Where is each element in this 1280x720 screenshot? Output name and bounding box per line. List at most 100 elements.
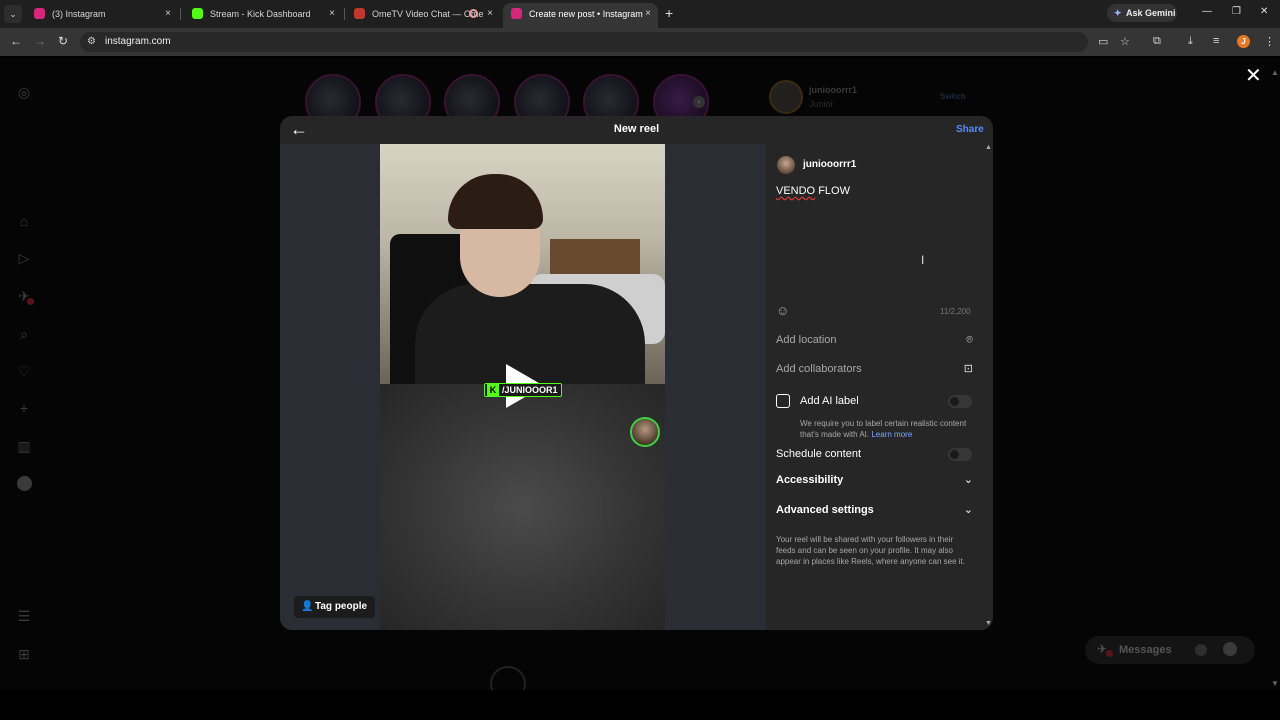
- close-modal-icon[interactable]: ✕: [1245, 66, 1262, 86]
- share-button[interactable]: Share: [956, 124, 984, 135]
- caption-word: FLOW: [818, 185, 850, 197]
- site-info-icon[interactable]: ⚙: [87, 36, 96, 47]
- create-plus-icon[interactable]: +: [14, 398, 34, 418]
- cast-icon[interactable]: ▭: [1098, 35, 1108, 48]
- instagram-page: ◎ ⌂ ▷ ✈ ⌕ ♡ + ▥ ☰ ⊞ › juniooorrr1 Junior…: [0, 58, 1280, 690]
- bottom-bar: [0, 690, 1280, 720]
- scroll-down-icon[interactable]: ▼: [1271, 679, 1279, 688]
- ai-label-icon: [776, 394, 790, 408]
- page-scrollbar[interactable]: ▲ ▼: [1270, 68, 1280, 688]
- caption-input[interactable]: VENDO FLOW: [776, 185, 850, 197]
- dashboard-icon[interactable]: ▥: [14, 436, 34, 456]
- chevron-down-icon: ⌄: [963, 474, 973, 486]
- tab-close-icon[interactable]: ×: [329, 3, 335, 25]
- notifications-heart-icon[interactable]: ♡: [14, 361, 34, 381]
- reload-icon[interactable]: ↻: [58, 34, 68, 48]
- profile-avatar-sidebar[interactable]: [17, 476, 32, 491]
- toggle-knob: [950, 397, 959, 406]
- add-location-label: Add location: [776, 334, 837, 346]
- add-location-row[interactable]: Add location ⌾: [766, 326, 983, 354]
- tab-separator: [180, 8, 181, 20]
- more-menu-icon[interactable]: ⋮: [1264, 35, 1275, 48]
- back-icon[interactable]: ←: [10, 34, 22, 48]
- forward-icon[interactable]: →: [34, 34, 46, 48]
- instagram-sidebar: ◎ ⌂ ▷ ✈ ⌕ ♡ + ▥ ☰ ⊞: [0, 58, 50, 690]
- messages-badge: [27, 298, 34, 305]
- ai-label-toggle[interactable]: [948, 395, 972, 408]
- profile-avatar[interactable]: J: [1237, 35, 1250, 48]
- person-hair: [448, 174, 543, 229]
- scroll-up-icon[interactable]: ▲: [985, 144, 992, 151]
- person-icon: 👤: [301, 601, 314, 612]
- more-menu-icon[interactable]: ☰: [14, 606, 34, 626]
- also-from-meta-icon[interactable]: ⊞: [14, 644, 34, 664]
- reel-settings-panel: juniooorrr1 VENDO FLOW I ☺ 11/2,200 Add …: [766, 144, 983, 630]
- tab-create-new-post[interactable]: Create new post • Instagram ×: [503, 3, 658, 28]
- stories-next-icon[interactable]: ›: [693, 96, 705, 108]
- minimize-icon[interactable]: —: [1202, 6, 1212, 17]
- learn-more-link[interactable]: Learn more: [871, 430, 912, 439]
- extensions-icon[interactable]: ⧉: [1153, 35, 1161, 48]
- add-collaborators-row[interactable]: Add collaborators ⊡: [766, 355, 983, 383]
- gemini-spark-icon: ✦: [1114, 8, 1122, 18]
- overlay-avatar: [630, 417, 660, 447]
- instagram-favicon-icon: [34, 8, 45, 19]
- ask-gemini-button[interactable]: ✦ Ask Gemini: [1107, 4, 1177, 22]
- switch-account-link[interactable]: Switch: [940, 92, 966, 101]
- current-user-avatar[interactable]: [769, 80, 803, 114]
- emoji-icon[interactable]: ☺: [776, 303, 789, 318]
- tab-instagram[interactable]: (3) Instagram ×: [26, 3, 178, 28]
- caption-word: VENDO: [776, 185, 816, 197]
- instagram-logo-icon[interactable]: ◎: [14, 82, 34, 102]
- share-footer-note: Your reel will be shared with your follo…: [776, 535, 965, 566]
- messages-badge: [1106, 650, 1113, 657]
- browser-tab-bar: ⌄ (3) Instagram × Stream - Kick Dashboar…: [0, 0, 1280, 28]
- reel-video-preview[interactable]: K /JUNIOOOR1: [380, 144, 665, 630]
- bookmark-star-icon[interactable]: ☆: [1120, 35, 1130, 48]
- download-icon[interactable]: ⤓: [1188, 35, 1193, 48]
- recording-icon: [469, 9, 478, 18]
- schedule-content-label: Schedule content: [776, 448, 862, 460]
- new-tab-button[interactable]: +: [665, 5, 673, 21]
- ask-gemini-label: Ask Gemini: [1126, 8, 1176, 18]
- search-icon[interactable]: ⌕: [14, 324, 34, 344]
- accessibility-row[interactable]: Accessibility ⌄: [766, 466, 983, 494]
- tab-title: OmeTV Video Chat — Ome: [372, 9, 484, 19]
- tab-close-icon[interactable]: ×: [645, 3, 651, 25]
- address-bar[interactable]: ⚙ instagram.com: [80, 32, 1088, 52]
- messages-label: Messages: [1119, 644, 1172, 656]
- tab-separator: [344, 8, 345, 20]
- restore-icon[interactable]: ❐: [1232, 6, 1241, 17]
- current-user-display-name: Junior: [809, 99, 834, 109]
- character-count: 11/2,200: [940, 307, 971, 316]
- kick-favicon-icon: [192, 8, 203, 19]
- url-text: instagram.com: [105, 36, 171, 47]
- panel-scrollbar[interactable]: ▲ ▼: [983, 144, 993, 630]
- tab-ometv[interactable]: OmeTV Video Chat — Ome ×: [346, 3, 500, 28]
- media-preview-area: K /JUNIOOOR1 👤 Tag people: [280, 144, 766, 630]
- scroll-down-icon[interactable]: ▼: [985, 620, 992, 627]
- message-avatar: [1223, 642, 1237, 656]
- tag-people-button[interactable]: 👤 Tag people: [294, 596, 376, 618]
- scroll-up-icon[interactable]: ▲: [1271, 68, 1279, 77]
- kick-logo-icon: K: [487, 384, 499, 396]
- new-reel-modal: ← New reel Share K /JUNIOOOR1 👤 Tag peop…: [280, 116, 993, 630]
- current-user-name[interactable]: juniooorrr1: [809, 85, 857, 95]
- tab-close-icon[interactable]: ×: [165, 3, 171, 25]
- kick-username-tag: K /JUNIOOOR1: [484, 383, 562, 397]
- media-control-icon[interactable]: ≡: [1213, 35, 1219, 47]
- add-ai-label: Add AI label: [800, 395, 859, 407]
- schedule-content-toggle[interactable]: [948, 448, 972, 461]
- kick-username: /JUNIOOOR1: [502, 385, 558, 395]
- ai-label-description: We require you to label certain realisti…: [800, 418, 975, 440]
- reels-icon[interactable]: ▷: [14, 248, 34, 268]
- home-icon[interactable]: ⌂: [14, 211, 34, 231]
- chevron-down-icon: ⌄: [963, 504, 973, 516]
- messages-pill[interactable]: ✈ Messages: [1085, 636, 1255, 664]
- tab-close-icon[interactable]: ×: [487, 3, 493, 25]
- background-circle: [490, 666, 526, 690]
- tab-search-chevron-icon[interactable]: ⌄: [4, 5, 22, 23]
- close-window-icon[interactable]: ✕: [1260, 6, 1268, 17]
- tab-kick-dashboard[interactable]: Stream - Kick Dashboard ×: [184, 3, 342, 28]
- advanced-settings-row[interactable]: Advanced settings ⌄: [766, 496, 983, 524]
